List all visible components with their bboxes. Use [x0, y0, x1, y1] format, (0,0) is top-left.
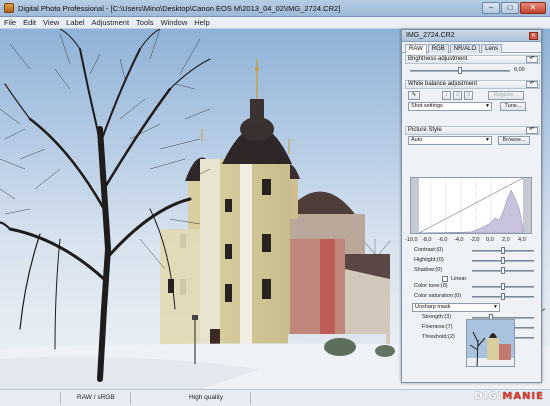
browse-button[interactable]: Browse... — [498, 136, 530, 145]
linear-checkbox[interactable] — [442, 276, 448, 282]
color-tone-slider-thumb[interactable] — [501, 283, 505, 290]
axis-tick: -6,0 — [438, 237, 448, 243]
brightness-slider-thumb[interactable] — [458, 67, 462, 74]
axis-tick: -10,0 — [405, 237, 418, 243]
axis-tick: -8,0 — [422, 237, 432, 243]
tune-button[interactable]: Tune... — [500, 102, 526, 111]
color-saturation-slider-thumb[interactable] — [501, 293, 505, 300]
sharpness-mode-select[interactable]: Unsharp mask ▼ — [412, 303, 500, 312]
status-divider — [60, 392, 61, 404]
picture-style-header: Picture Style ↶ — [405, 126, 540, 135]
close-button[interactable]: ✕ — [520, 2, 546, 14]
watermark-logo: DIGIMANIE — [474, 391, 544, 402]
white-balance-select[interactable]: Shot settings ▼ — [408, 102, 492, 111]
picture-style-header-label: Picture Style — [408, 127, 442, 133]
picture-style-select-value: Auto — [411, 137, 423, 143]
sharpness-mode-value: Unsharp mask — [415, 304, 451, 310]
wb-preset-3-button[interactable]: 3 — [464, 91, 473, 100]
menu-label[interactable]: Label — [66, 18, 84, 27]
tone-curve-histogram[interactable] — [410, 177, 532, 234]
shadow-slider-thumb[interactable] — [501, 267, 505, 274]
status-divider — [250, 392, 251, 404]
status-color-space: RAW / sRGB — [77, 394, 115, 401]
eyedropper-button[interactable]: ✎ — [408, 91, 420, 100]
palette-close-icon[interactable]: ✕ — [529, 32, 538, 40]
white-balance-reset-icon[interactable]: ↶ — [526, 81, 538, 88]
menu-file[interactable]: File — [4, 18, 16, 27]
watermark-highlight: MANIE — [502, 391, 544, 402]
tab-rgb[interactable]: RGB — [427, 44, 449, 53]
app-icon — [4, 3, 14, 13]
palette-title-bar[interactable]: IMG_2724.CR2 ✕ — [402, 30, 541, 42]
axis-tick: -2,0 — [470, 237, 480, 243]
brightness-value[interactable]: 0,00 — [514, 67, 525, 73]
white-balance-select-value: Shot settings — [411, 103, 443, 109]
picture-style-select[interactable]: Auto ▼ — [408, 136, 492, 145]
thumbnail-image — [467, 320, 514, 366]
palette-tabs: RAW RGB NR/ALO Lens — [402, 42, 541, 54]
chevron-down-icon: ▼ — [493, 304, 498, 310]
white-balance-header: White balance adjustment ↶ — [405, 80, 540, 89]
highlight-label: Highlight:(0) — [414, 257, 444, 263]
chevron-down-icon: ▼ — [485, 137, 490, 143]
status-quality: High quality — [189, 394, 223, 401]
status-divider — [130, 392, 131, 404]
color-tone-label: Color tone:(0) — [414, 283, 448, 289]
axis-tick: 2,0 — [502, 237, 510, 243]
window-title: Digital Photo Professional - [C:\Users\M… — [18, 4, 341, 13]
axis-tick: -4,0 — [454, 237, 464, 243]
tab-raw[interactable]: RAW — [405, 44, 427, 54]
menu-tools[interactable]: Tools — [136, 18, 154, 27]
strength-label: Strength:(3) — [422, 314, 452, 320]
histogram-graph — [411, 177, 531, 234]
threshold-label: Threshold:(2) — [422, 334, 455, 340]
wb-preset-2-button[interactable]: 2 — [453, 91, 462, 100]
menu-edit[interactable]: Edit — [23, 18, 36, 27]
watermark-prefix: DIGI — [474, 391, 503, 402]
white-balance-header-label: White balance adjustment — [408, 81, 478, 87]
tab-nr-alo[interactable]: NR/ALO — [449, 44, 481, 53]
tab-lens[interactable]: Lens — [481, 44, 503, 53]
shadow-label: Shadow:(0) — [414, 267, 443, 273]
menu-adjustment[interactable]: Adjustment — [92, 18, 130, 27]
title-bar: Digital Photo Professional - [C:\Users\M… — [0, 0, 550, 17]
axis-tick: 0,0 — [486, 237, 494, 243]
status-bar: RAW / sRGB High quality DIGIMANIE — [0, 389, 550, 406]
wb-preset-1-button[interactable]: 1 — [442, 91, 451, 100]
palette-title: IMG_2724.CR2 — [406, 32, 455, 39]
brightness-header: Brightness adjustment ↶ — [405, 55, 540, 64]
color-saturation-label: Color saturation:(0) — [414, 293, 462, 299]
linear-label: Linear — [451, 276, 467, 282]
minimize-button[interactable]: – — [482, 2, 500, 14]
fineness-label: Fineness:(7) — [422, 324, 453, 330]
eyedropper-icon: ✎ — [411, 92, 417, 98]
brightness-reset-icon[interactable]: ↶ — [526, 56, 538, 63]
picture-style-reset-icon[interactable]: ↶ — [526, 127, 538, 134]
axis-tick: 4,0 — [518, 237, 526, 243]
menu-view[interactable]: View — [43, 18, 59, 27]
contrast-slider-thumb[interactable] — [501, 247, 505, 254]
maximize-button[interactable]: □ — [501, 2, 519, 14]
contrast-label: Contrast:(0) — [414, 247, 444, 253]
register-button[interactable]: Register... — [488, 91, 524, 100]
highlight-slider-thumb[interactable] — [501, 257, 505, 264]
navigator-thumbnail[interactable] — [466, 319, 515, 367]
menu-window[interactable]: Window — [161, 18, 188, 27]
window-controls: – □ ✕ — [482, 2, 546, 14]
menu-bar: File Edit View Label Adjustment Tools Wi… — [0, 17, 550, 29]
chevron-down-icon: ▼ — [485, 103, 490, 109]
brightness-header-label: Brightness adjustment — [408, 56, 468, 62]
menu-help[interactable]: Help — [194, 18, 209, 27]
